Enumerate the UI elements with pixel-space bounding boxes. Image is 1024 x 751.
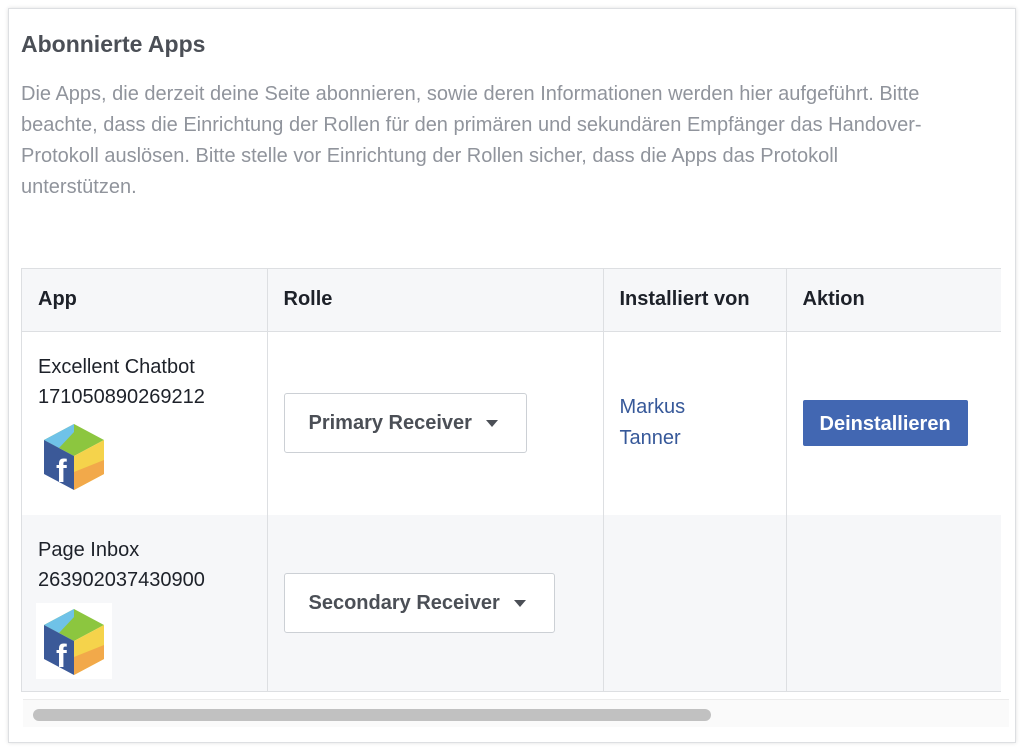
app-cell: Page Inbox 263902037430900 f xyxy=(22,515,268,691)
role-dropdown-label: Primary Receiver xyxy=(308,411,472,434)
uninstall-button[interactable]: Deinstallieren xyxy=(802,400,968,447)
role-cell: Primary Receiver xyxy=(267,331,604,515)
table-header-row: App Rolle Installiert von Aktion xyxy=(22,269,1001,332)
table-row: Page Inbox 263902037430900 f Secondary R… xyxy=(22,515,1001,691)
app-id: 263902037430900 xyxy=(38,569,205,591)
svg-text:f: f xyxy=(56,638,67,674)
facebook-app-cube-icon: f xyxy=(36,603,112,679)
role-dropdown-label: Secondary Receiver xyxy=(308,591,500,614)
subscribed-apps-panel: Abonnierte Apps Die Apps, die derzeit de… xyxy=(8,8,1016,743)
scrollbar-thumb[interactable] xyxy=(33,709,711,721)
section-description: Die Apps, die derzeit deine Seite abonni… xyxy=(21,83,922,198)
svg-text:f: f xyxy=(56,453,67,489)
horizontal-scrollbar[interactable] xyxy=(23,699,1009,727)
caret-down-icon xyxy=(485,419,498,427)
installed-by-cell xyxy=(603,515,787,691)
role-cell: Secondary Receiver xyxy=(267,515,604,691)
column-header-action: Aktion xyxy=(786,269,1001,332)
section-title: Abonnierte Apps xyxy=(21,31,206,57)
action-cell xyxy=(786,515,1001,691)
caret-down-icon xyxy=(513,599,526,607)
column-header-role: Rolle xyxy=(267,269,604,332)
installer-link[interactable]: Markus Tanner xyxy=(620,392,720,454)
role-dropdown-primary[interactable]: Primary Receiver xyxy=(283,393,527,454)
column-header-installed-by: Installiert von xyxy=(603,269,787,332)
apps-table-container[interactable]: App Rolle Installiert von Aktion Excelle… xyxy=(21,268,1001,692)
app-id: 171050890269212 xyxy=(38,385,205,408)
app-cell: Excellent Chatbot 171050890269212 f xyxy=(22,331,268,515)
action-cell: Deinstallieren xyxy=(786,331,1001,515)
installed-by-cell: Markus Tanner xyxy=(603,331,787,515)
app-name: Page Inbox xyxy=(38,539,140,561)
table-row: Excellent Chatbot 171050890269212 f Prim… xyxy=(22,331,1001,515)
facebook-app-cube-icon: f xyxy=(44,423,104,490)
column-header-app: App xyxy=(22,269,268,332)
role-dropdown-secondary[interactable]: Secondary Receiver xyxy=(283,573,555,633)
apps-table: App Rolle Installiert von Aktion Excelle… xyxy=(22,269,1001,691)
app-name: Excellent Chatbot xyxy=(38,355,195,378)
